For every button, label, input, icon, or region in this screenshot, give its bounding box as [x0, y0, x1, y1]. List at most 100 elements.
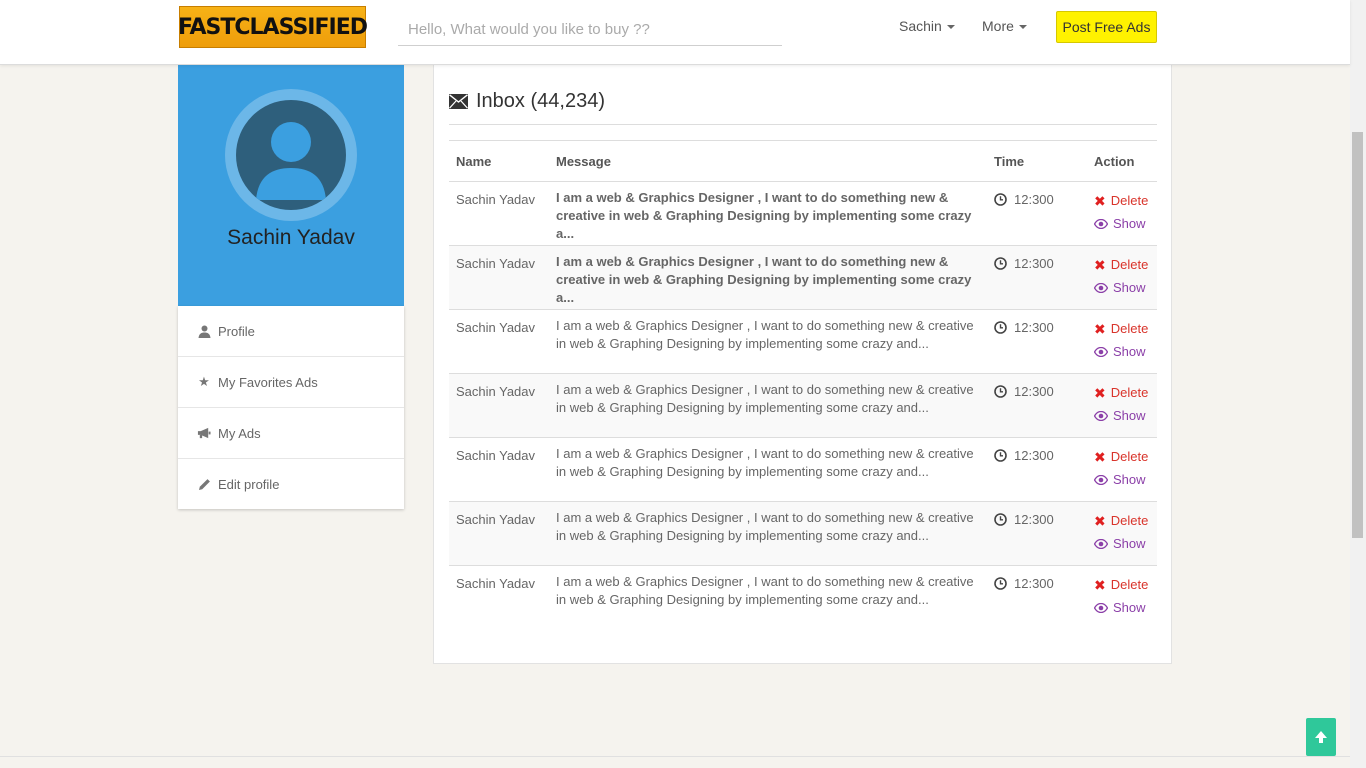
- delete-button[interactable]: ✖ Delete: [1094, 320, 1150, 338]
- close-icon: ✖: [1094, 257, 1106, 273]
- show-button[interactable]: Show: [1094, 535, 1150, 553]
- top-navbar: FASTCLASSIFIED Sachin More Post Free Ads: [0, 0, 1350, 65]
- sidebar-item-label: My Favorites Ads: [218, 374, 318, 390]
- message-text: I am a web & Graphics Designer , I want …: [556, 190, 972, 241]
- eye-icon: [1094, 283, 1108, 293]
- arrow-up-icon: [1315, 731, 1327, 743]
- table-row[interactable]: Sachin Yadav I am a web & Graphics Design…: [449, 437, 1157, 502]
- column-header-name: Name: [449, 140, 549, 182]
- time-value: 12:300: [1014, 256, 1054, 271]
- delete-button[interactable]: ✖ Delete: [1094, 256, 1150, 274]
- sidebar-item-edit-profile[interactable]: Edit profile: [178, 459, 404, 509]
- show-button[interactable]: Show: [1094, 407, 1150, 425]
- close-icon: ✖: [1094, 193, 1106, 209]
- delete-button[interactable]: ✖ Delete: [1094, 384, 1150, 402]
- message-time: 12:300: [987, 566, 1087, 630]
- message-time: 12:300: [987, 373, 1087, 438]
- delete-button[interactable]: ✖ Delete: [1094, 512, 1150, 530]
- more-menu-dropdown[interactable]: More: [982, 18, 1027, 34]
- column-header-action: Action: [1087, 140, 1157, 182]
- avatar: [236, 100, 346, 210]
- message-text: I am a web & Graphics Designer , I want …: [556, 510, 974, 543]
- show-label: Show: [1113, 216, 1146, 231]
- show-label: Show: [1113, 472, 1146, 487]
- message-sender: Sachin Yadav: [449, 501, 549, 566]
- delete-label: Delete: [1110, 577, 1149, 592]
- close-icon: ✖: [1094, 513, 1106, 529]
- message-text: I am a web & Graphics Designer , I want …: [556, 446, 974, 479]
- message-text: I am a web & Graphics Designer , I want …: [556, 254, 972, 305]
- message-preview[interactable]: I am a web & Graphics Designer , I want …: [549, 437, 987, 502]
- inbox-table: Name Message Time Action Sachin Yadav I a…: [449, 140, 1157, 629]
- show-button[interactable]: Show: [1094, 279, 1150, 297]
- sidebar-item-favorites[interactable]: ★ My Favorites Ads: [178, 357, 404, 408]
- message-text: I am a web & Graphics Designer , I want …: [556, 574, 974, 607]
- message-actions: ✖ Delete Show: [1087, 245, 1157, 310]
- message-actions: ✖ Delete Show: [1087, 501, 1157, 566]
- clock-icon: [994, 257, 1007, 270]
- table-row[interactable]: Sachin Yadav I am a web & Graphics Design…: [449, 245, 1157, 310]
- column-header-message: Message: [549, 140, 987, 182]
- table-row[interactable]: Sachin Yadav I am a web & Graphics Design…: [449, 566, 1157, 630]
- user-menu-dropdown[interactable]: Sachin: [899, 18, 955, 34]
- eye-icon: [1094, 539, 1108, 549]
- star-icon: ★: [198, 374, 210, 389]
- search-input[interactable]: [398, 14, 782, 46]
- delete-button[interactable]: ✖ Delete: [1094, 192, 1150, 210]
- inbox-panel: Inbox (44,234) Name Message Time Action …: [433, 64, 1172, 664]
- megaphone-icon: [197, 426, 211, 440]
- message-preview[interactable]: I am a web & Graphics Designer , I want …: [549, 309, 987, 374]
- profile-name: Sachin Yadav: [227, 226, 355, 249]
- message-sender: Sachin Yadav: [456, 576, 536, 591]
- show-button[interactable]: Show: [1094, 215, 1150, 233]
- clock-icon: [994, 321, 1007, 334]
- table-row[interactable]: Sachin Yadav I am a web & Graphics Design…: [449, 309, 1157, 374]
- table-row[interactable]: Sachin Yadav I am a web & Graphics Design…: [449, 181, 1157, 246]
- inbox-title: Inbox (44,234): [476, 90, 605, 112]
- footer-divider: [0, 756, 1350, 757]
- message-preview[interactable]: I am a web & Graphics Designer , I want …: [549, 181, 987, 246]
- time-value: 12:300: [1014, 576, 1054, 591]
- message-time: 12:300: [987, 437, 1087, 502]
- clock-icon: [994, 449, 1007, 462]
- sidebar-item-my-ads[interactable]: My Ads: [178, 408, 404, 459]
- message-actions: ✖ Delete Show: [1087, 373, 1157, 438]
- scroll-to-top-button[interactable]: [1306, 718, 1336, 756]
- sidebar-item-profile[interactable]: Profile: [178, 306, 404, 357]
- show-button[interactable]: Show: [1094, 599, 1150, 617]
- site-logo[interactable]: FASTCLASSIFIED: [178, 6, 368, 48]
- pencil-icon: [197, 477, 211, 491]
- post-free-ads-button[interactable]: Post Free Ads: [1056, 11, 1157, 43]
- delete-label: Delete: [1110, 193, 1149, 208]
- eye-icon: [1094, 475, 1108, 485]
- message-time: 12:300: [987, 309, 1087, 374]
- sidebar-item-label: Profile: [218, 323, 255, 339]
- message-actions: ✖ Delete Show: [1087, 437, 1157, 502]
- delete-button[interactable]: ✖ Delete: [1094, 576, 1150, 594]
- show-button[interactable]: Show: [1094, 343, 1150, 361]
- message-sender: Sachin Yadav: [449, 437, 549, 502]
- user-menu-label: Sachin: [899, 18, 942, 34]
- message-preview[interactable]: I am a web & Graphics Designer , I want …: [549, 245, 987, 310]
- message-preview[interactable]: I am a web & Graphics Designer , I want …: [549, 566, 987, 630]
- message-sender: Sachin Yadav: [449, 181, 549, 246]
- profile-card: Sachin Yadav: [178, 64, 404, 306]
- message-time: 12:300: [987, 245, 1087, 310]
- show-label: Show: [1113, 600, 1146, 615]
- table-row[interactable]: Sachin Yadav I am a web & Graphics Design…: [449, 373, 1157, 438]
- show-button[interactable]: Show: [1094, 471, 1150, 489]
- message-preview[interactable]: I am a web & Graphics Designer , I want …: [549, 373, 987, 438]
- clock-icon: [994, 577, 1007, 590]
- message-sender: Sachin Yadav: [449, 309, 549, 374]
- delete-button[interactable]: ✖ Delete: [1094, 448, 1150, 466]
- scrollbar-thumb[interactable]: [1352, 132, 1363, 538]
- message-actions: ✖ Delete Show: [1087, 181, 1157, 246]
- sidebar-menu: Profile ★ My Favorites Ads My Ads Edit p…: [178, 306, 404, 509]
- sidebar-item-label: Edit profile: [218, 476, 280, 492]
- message-text: I am a web & Graphics Designer , I want …: [556, 382, 974, 415]
- table-row[interactable]: Sachin Yadav I am a web & Graphics Design…: [449, 501, 1157, 566]
- sidebar-item-label: My Ads: [218, 425, 261, 441]
- message-preview[interactable]: I am a web & Graphics Designer , I want …: [549, 501, 987, 566]
- message-text: I am a web & Graphics Designer , I want …: [556, 318, 974, 351]
- eye-icon: [1094, 603, 1108, 613]
